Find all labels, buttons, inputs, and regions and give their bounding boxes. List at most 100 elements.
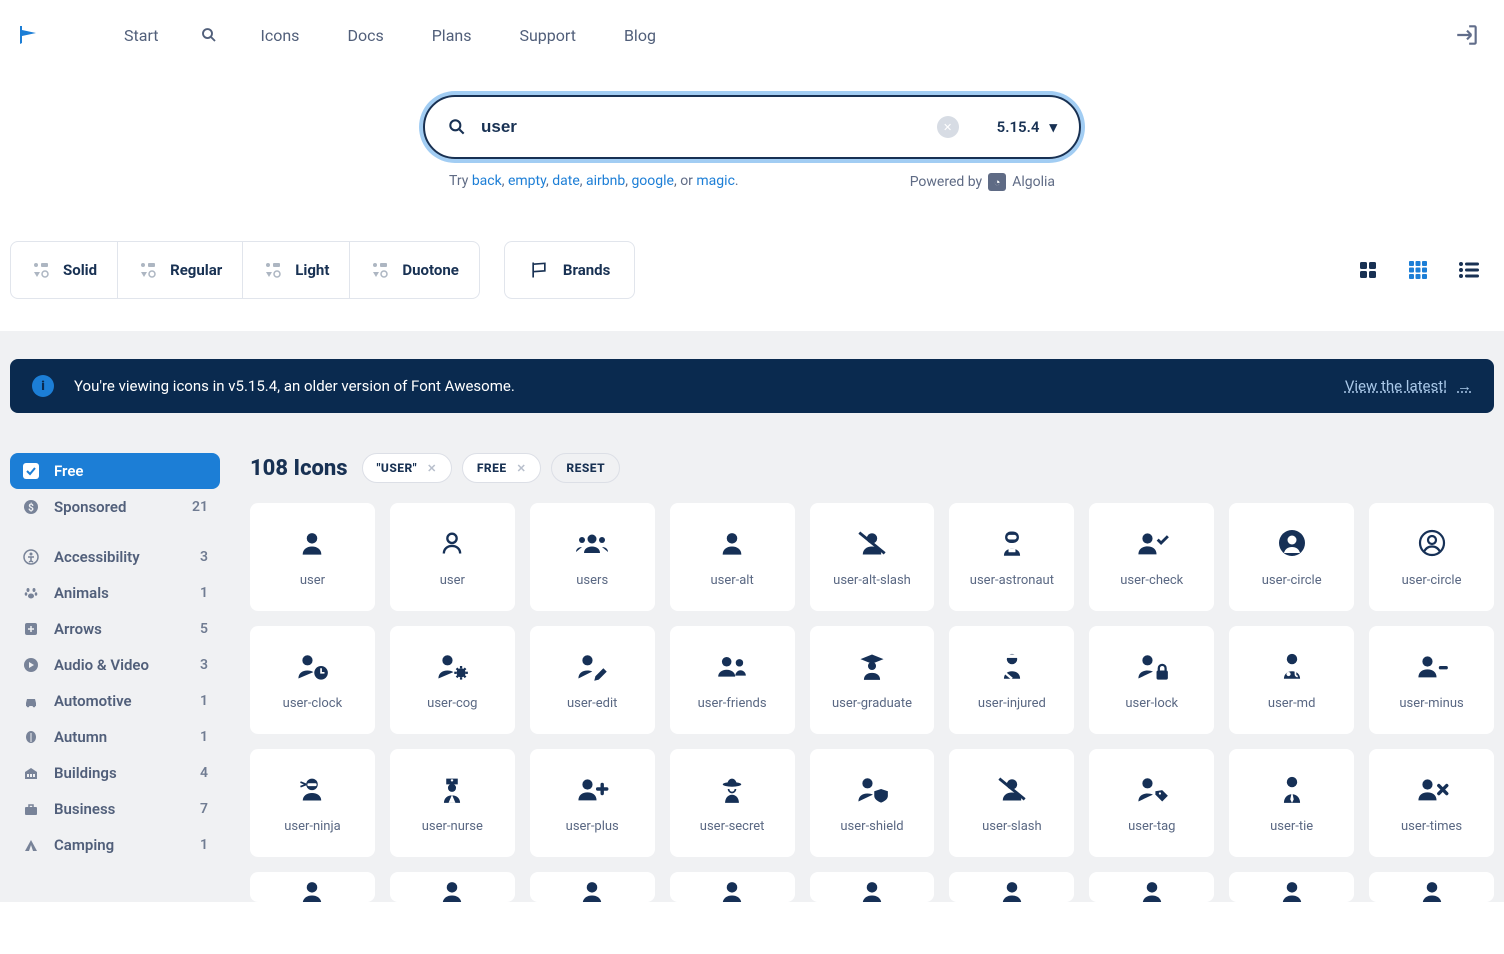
icon-peek[interactable] bbox=[949, 872, 1074, 902]
icon-user[interactable]: user bbox=[390, 503, 515, 611]
icon-user-secret[interactable]: user-secret bbox=[670, 749, 795, 857]
leaf-icon bbox=[22, 729, 40, 745]
icon-user-friends[interactable]: user-friends bbox=[670, 626, 795, 734]
user-cog-icon bbox=[435, 650, 469, 682]
nav-blog[interactable]: Blog bbox=[600, 16, 680, 55]
view-roomy-icon[interactable] bbox=[1358, 260, 1378, 280]
powered-by-algolia[interactable]: Powered by ◔ Algolia bbox=[910, 173, 1055, 191]
icon-user[interactable]: user bbox=[250, 503, 375, 611]
style-duotone[interactable]: Duotone bbox=[350, 242, 478, 298]
try-empty[interactable]: empty bbox=[508, 173, 546, 189]
icon-user-tag[interactable]: user-tag bbox=[1089, 749, 1214, 857]
sidebar-automotive[interactable]: Automotive1 bbox=[10, 683, 220, 719]
icon-user-tie[interactable]: user-tie bbox=[1229, 749, 1354, 857]
icon-user-alt-slash[interactable]: user-alt-slash bbox=[810, 503, 935, 611]
brand-logo[interactable] bbox=[10, 23, 50, 47]
style-icon bbox=[370, 260, 390, 280]
icon-user-slash[interactable]: user-slash bbox=[949, 749, 1074, 857]
view-latest-link[interactable]: View the latest! → bbox=[1345, 377, 1472, 395]
icon-user-ninja[interactable]: user-ninja bbox=[250, 749, 375, 857]
play-icon bbox=[22, 657, 40, 673]
icon-user-cog[interactable]: user-cog bbox=[390, 626, 515, 734]
icon-user-shield[interactable]: user-shield bbox=[810, 749, 935, 857]
user-plus-icon bbox=[575, 773, 609, 805]
view-list-icon[interactable] bbox=[1458, 260, 1480, 280]
style-solid[interactable]: Solid bbox=[11, 242, 118, 298]
icon-user-alt[interactable]: user-alt bbox=[670, 503, 795, 611]
view-compact-icon[interactable] bbox=[1408, 260, 1428, 280]
user-astronaut-icon bbox=[998, 527, 1026, 559]
user-minus-icon bbox=[1415, 650, 1449, 682]
try-airbnb[interactable]: airbnb bbox=[586, 173, 625, 189]
icon-user-md[interactable]: user-md bbox=[1229, 626, 1354, 734]
sidebar-autumn[interactable]: Autumn1 bbox=[10, 719, 220, 755]
icon-users[interactable]: users bbox=[530, 503, 655, 611]
users-icon bbox=[575, 527, 609, 559]
search-input[interactable] bbox=[481, 117, 923, 137]
icon-peek[interactable] bbox=[670, 872, 795, 902]
sidebar-audio-video[interactable]: Audio & Video3 bbox=[10, 647, 220, 683]
icon-user-nurse[interactable]: user-nurse bbox=[390, 749, 515, 857]
nav-search-icon[interactable] bbox=[182, 16, 236, 55]
icon-user-astronaut[interactable]: user-astronaut bbox=[949, 503, 1074, 611]
icon-user-minus[interactable]: user-minus bbox=[1369, 626, 1494, 734]
icon-user-lock[interactable]: user-lock bbox=[1089, 626, 1214, 734]
nav-support[interactable]: Support bbox=[495, 16, 599, 55]
try-suggestions: Try back, empty, date, airbnb, google, o… bbox=[449, 173, 739, 191]
icon-peek[interactable] bbox=[1089, 872, 1214, 902]
version-banner: i You're viewing icons in v5.15.4, an ol… bbox=[10, 359, 1494, 413]
icon-user-circle[interactable]: user-circle bbox=[1229, 503, 1354, 611]
try-google[interactable]: google bbox=[631, 173, 674, 189]
version-select[interactable]: 5.15.4 ▾ bbox=[997, 118, 1057, 136]
icon-peek[interactable] bbox=[250, 872, 375, 902]
user-alt-icon bbox=[718, 527, 746, 559]
sign-in-icon[interactable] bbox=[1454, 22, 1480, 48]
icon-peek[interactable] bbox=[530, 872, 655, 902]
search-icon bbox=[447, 117, 467, 137]
sidebar-business[interactable]: Business7 bbox=[10, 791, 220, 827]
sidebar-sponsored[interactable]: $Sponsored21 bbox=[10, 489, 220, 525]
icon-user-circle[interactable]: user-circle bbox=[1369, 503, 1494, 611]
icon-peek[interactable] bbox=[1229, 872, 1354, 902]
nav-icons[interactable]: Icons bbox=[236, 16, 323, 55]
car-icon bbox=[22, 693, 40, 709]
sidebar-arrows[interactable]: Arrows5 bbox=[10, 611, 220, 647]
icon-user-graduate[interactable]: user-graduate bbox=[810, 626, 935, 734]
icon-peek[interactable] bbox=[810, 872, 935, 902]
user-nurse-icon bbox=[438, 773, 466, 805]
style-regular[interactable]: Regular bbox=[118, 242, 243, 298]
style-icon bbox=[263, 260, 283, 280]
chip-free[interactable]: FREE✕ bbox=[462, 453, 542, 483]
try-date[interactable]: date bbox=[552, 173, 580, 189]
icon-peek[interactable] bbox=[390, 872, 515, 902]
user-times-icon bbox=[1415, 773, 1449, 805]
brands-filter[interactable]: Brands bbox=[504, 241, 635, 299]
chip-user[interactable]: "USER"✕ bbox=[362, 453, 452, 483]
style-light[interactable]: Light bbox=[243, 242, 350, 298]
nav-start[interactable]: Start bbox=[100, 16, 182, 55]
icon-user-clock[interactable]: user-clock bbox=[250, 626, 375, 734]
sidebar-accessibility[interactable]: Accessibility3 bbox=[10, 539, 220, 575]
arrow-icon bbox=[22, 621, 40, 637]
user-tie-icon bbox=[1278, 773, 1306, 805]
icon-user-edit[interactable]: user-edit bbox=[530, 626, 655, 734]
user-check-icon bbox=[1135, 527, 1169, 559]
paw-icon bbox=[22, 585, 40, 601]
icon-user-injured[interactable]: user-injured bbox=[949, 626, 1074, 734]
sidebar-camping[interactable]: Camping1 bbox=[10, 827, 220, 863]
try-magic[interactable]: magic bbox=[696, 173, 735, 189]
sidebar-animals[interactable]: Animals1 bbox=[10, 575, 220, 611]
nav-plans[interactable]: Plans bbox=[408, 16, 496, 55]
sidebar-buildings[interactable]: Buildings4 bbox=[10, 755, 220, 791]
chip-reset[interactable]: RESET bbox=[551, 453, 620, 483]
style-icon bbox=[31, 260, 51, 280]
icon-peek[interactable] bbox=[1369, 872, 1494, 902]
nav-docs[interactable]: Docs bbox=[323, 16, 407, 55]
icon-user-check[interactable]: user-check bbox=[1089, 503, 1214, 611]
sidebar-free[interactable]: Free bbox=[10, 453, 220, 489]
try-back[interactable]: back bbox=[472, 173, 502, 189]
icon-user-plus[interactable]: user-plus bbox=[530, 749, 655, 857]
icon-user-times[interactable]: user-times bbox=[1369, 749, 1494, 857]
access-icon bbox=[22, 549, 40, 565]
clear-search-icon[interactable]: ✕ bbox=[937, 116, 959, 138]
